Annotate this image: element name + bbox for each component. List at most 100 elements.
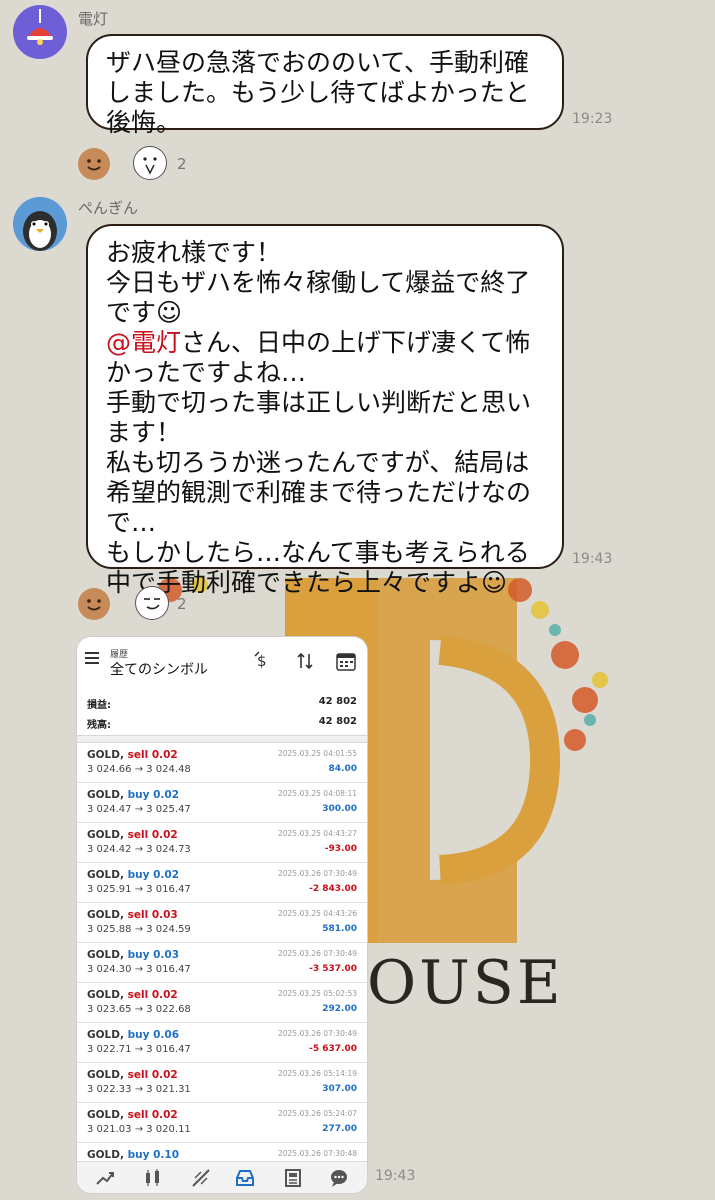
trade-side: sell 0.02: [127, 1109, 178, 1121]
message-line: ザハ昼の急落でおののいて、手動利確: [106, 48, 530, 77]
trade-symbol: GOLD, sell 0.02: [87, 749, 178, 761]
history-header: 履歴 全てのシンボル $: [77, 637, 367, 687]
quotes-icon[interactable]: [95, 1168, 115, 1188]
trade-side: buy 0.03: [127, 949, 180, 961]
symbol-name: GOLD,: [87, 949, 124, 961]
summary-label: 残高:: [87, 720, 111, 731]
trade-time: 2025.03.26 07:30:48: [277, 1149, 357, 1158]
trade-row[interactable]: GOLD, sell 0.02 3 024.66 → 3 024.48 2025.0…: [77, 742, 367, 783]
trade-time: 2025.03.25 05:02:53: [277, 989, 357, 998]
sender-avatar-dento[interactable]: [13, 5, 67, 59]
ceiling-lamp-icon: [27, 9, 53, 45]
smile-face-icon[interactable]: [78, 148, 110, 180]
trade-side: sell 0.03: [127, 909, 178, 921]
reaction-count: 2: [177, 595, 187, 613]
trade-row[interactable]: GOLD, sell 0.03 3 025.88 → 3 024.59 2025.0…: [77, 902, 367, 943]
mention-link[interactable]: @電灯: [106, 328, 181, 357]
message-line: 中で手動利確できたら上々ですよ☺: [106, 568, 508, 597]
sort-icon[interactable]: [294, 650, 316, 672]
trade-prices: 3 025.88 → 3 024.59: [87, 924, 191, 935]
message-line: で…: [106, 508, 157, 537]
symbol-name: GOLD,: [87, 789, 124, 801]
symbol-name: GOLD,: [87, 749, 124, 761]
trade-prices: 3 023.65 → 3 022.68: [87, 1004, 191, 1015]
message-line: @電灯さん、日中の上げ下げ凄くて怖: [106, 328, 546, 358]
sender-avatar-penguin[interactable]: [13, 197, 67, 251]
chat-icon[interactable]: [329, 1168, 349, 1188]
trade-side: sell 0.02: [127, 749, 178, 761]
trade-prices: 3 024.42 → 3 024.73: [87, 844, 191, 855]
trade-time: 2025.03.26 07:30:49: [277, 869, 357, 878]
message-bubble[interactable]: お疲れ様です！ 今日もザハを怖々稼働して爆益で終了 です☺ @電灯さん、日中の上…: [86, 224, 564, 597]
sender-name: ぺんぎん: [78, 199, 139, 217]
smile-face-icon[interactable]: [78, 588, 110, 620]
trade-symbol: GOLD, sell 0.03: [87, 909, 178, 921]
smug-face-icon[interactable]: [135, 586, 169, 620]
symbol-name: GOLD,: [87, 829, 124, 841]
symbol-name: GOLD,: [87, 869, 124, 881]
trade-row[interactable]: GOLD, buy 0.06 3 022.71 → 3 016.47 2025.03…: [77, 1022, 367, 1063]
trade-icon[interactable]: [191, 1168, 211, 1188]
history-icon[interactable]: [235, 1168, 255, 1188]
trade-time: 2025.03.25 04:43:27: [277, 829, 357, 838]
message-line: しました。もう少し待てばよかったと: [106, 78, 530, 107]
trade-time: 2025.03.26 07:30:49: [277, 1029, 357, 1038]
reaction-count: 2: [177, 155, 187, 173]
message-line: 希望的観測で利確まで待っただけなの: [106, 478, 532, 507]
symbol-name: GOLD,: [87, 1109, 124, 1121]
menu-icon[interactable]: [85, 652, 99, 664]
news-icon[interactable]: [283, 1168, 303, 1188]
trade-time: 2025.03.26 07:30:49: [277, 949, 357, 958]
trade-symbol: GOLD, buy 0.10: [87, 1149, 179, 1161]
trade-prices: 3 022.33 → 3 021.31: [87, 1084, 191, 1095]
message-time: 19:43: [572, 551, 613, 567]
message-line: 今日もザハを怖々稼働して爆益で終了: [106, 268, 531, 297]
summary-balance: 残高: 42 802: [77, 713, 367, 733]
message-time: 19:43: [375, 1168, 416, 1184]
message-line: 後悔。: [106, 108, 182, 137]
trade-prices: 3 024.66 → 3 024.48: [87, 764, 191, 775]
svg-text:$: $: [257, 652, 267, 670]
trade-prices: 3 024.47 → 3 025.47: [87, 804, 191, 815]
trade-row[interactable]: GOLD, sell 0.02 3 021.03 → 3 020.11 2025.0…: [77, 1102, 367, 1143]
trade-profit: -93.00: [324, 844, 357, 854]
message-bubble[interactable]: ザハ昼の急落でおののいて、手動利確 しました。もう少し待てばよかったと 後悔。: [86, 34, 564, 137]
trade-row[interactable]: GOLD, sell 0.02 3 024.42 → 3 024.73 2025.0…: [77, 822, 367, 863]
trade-row[interactable]: GOLD, buy 0.02 3 025.91 → 3 016.47 2025.03…: [77, 862, 367, 903]
trade-profit: 300.00: [322, 804, 357, 814]
trade-profit: 84.00: [328, 764, 357, 774]
message-line: かったですよね…: [106, 358, 307, 387]
message-text: さん、日中の上げ下げ凄くて怖: [181, 328, 531, 357]
message-line: お疲れ様です！: [106, 238, 282, 267]
praying-face-icon[interactable]: [133, 146, 167, 180]
symbol-filter[interactable]: 全てのシンボル: [110, 659, 208, 679]
trade-row[interactable]: GOLD, sell 0.02 3 022.33 → 3 021.31 2025.0…: [77, 1062, 367, 1103]
message-line: ます！: [106, 418, 182, 447]
trade-row[interactable]: GOLD, buy 0.03 3 024.30 → 3 016.47 2025.03…: [77, 942, 367, 983]
trade-side: buy 0.06: [127, 1029, 180, 1041]
trade-side: buy 0.02: [127, 869, 180, 881]
summary-profit: 損益: 42 802: [77, 693, 367, 713]
trade-side: buy 0.10: [127, 1149, 180, 1161]
trade-profit: -2 843.00: [309, 884, 357, 894]
currency-icon[interactable]: $: [253, 650, 275, 672]
trade-side: buy 0.02: [127, 789, 180, 801]
trade-row[interactable]: GOLD, sell 0.02 3 023.65 → 3 022.68 2025.0…: [77, 982, 367, 1023]
chart-icon[interactable]: [143, 1168, 163, 1188]
trade-prices: 3 024.30 → 3 016.47: [87, 964, 191, 975]
message-line: 手動で切った事は正しい判断だと思い: [106, 388, 532, 417]
symbol-name: GOLD,: [87, 989, 124, 1001]
trade-row[interactable]: GOLD, buy 0.02 3 024.47 → 3 025.47 2025.03…: [77, 782, 367, 823]
trade-time: 2025.03.26 05:24:07: [277, 1109, 357, 1118]
calendar-icon[interactable]: [335, 650, 357, 672]
symbol-name: GOLD,: [87, 1149, 124, 1161]
image-message-trade-history[interactable]: 履歴 全てのシンボル $ 損益: 42 802 残高: 42 802 GOLD,…: [77, 637, 367, 1193]
trade-symbol: GOLD, sell 0.02: [87, 829, 178, 841]
summary-value: 42 802: [318, 716, 357, 727]
trade-time: 2025.03.25 04:08:11: [277, 789, 357, 798]
penguin-icon: [23, 211, 57, 251]
summary-value: 42 802: [318, 696, 357, 707]
summary-label: 損益:: [87, 700, 111, 711]
sender-name: 電灯: [78, 10, 109, 28]
trade-prices: 3 021.03 → 3 020.11: [87, 1124, 191, 1135]
